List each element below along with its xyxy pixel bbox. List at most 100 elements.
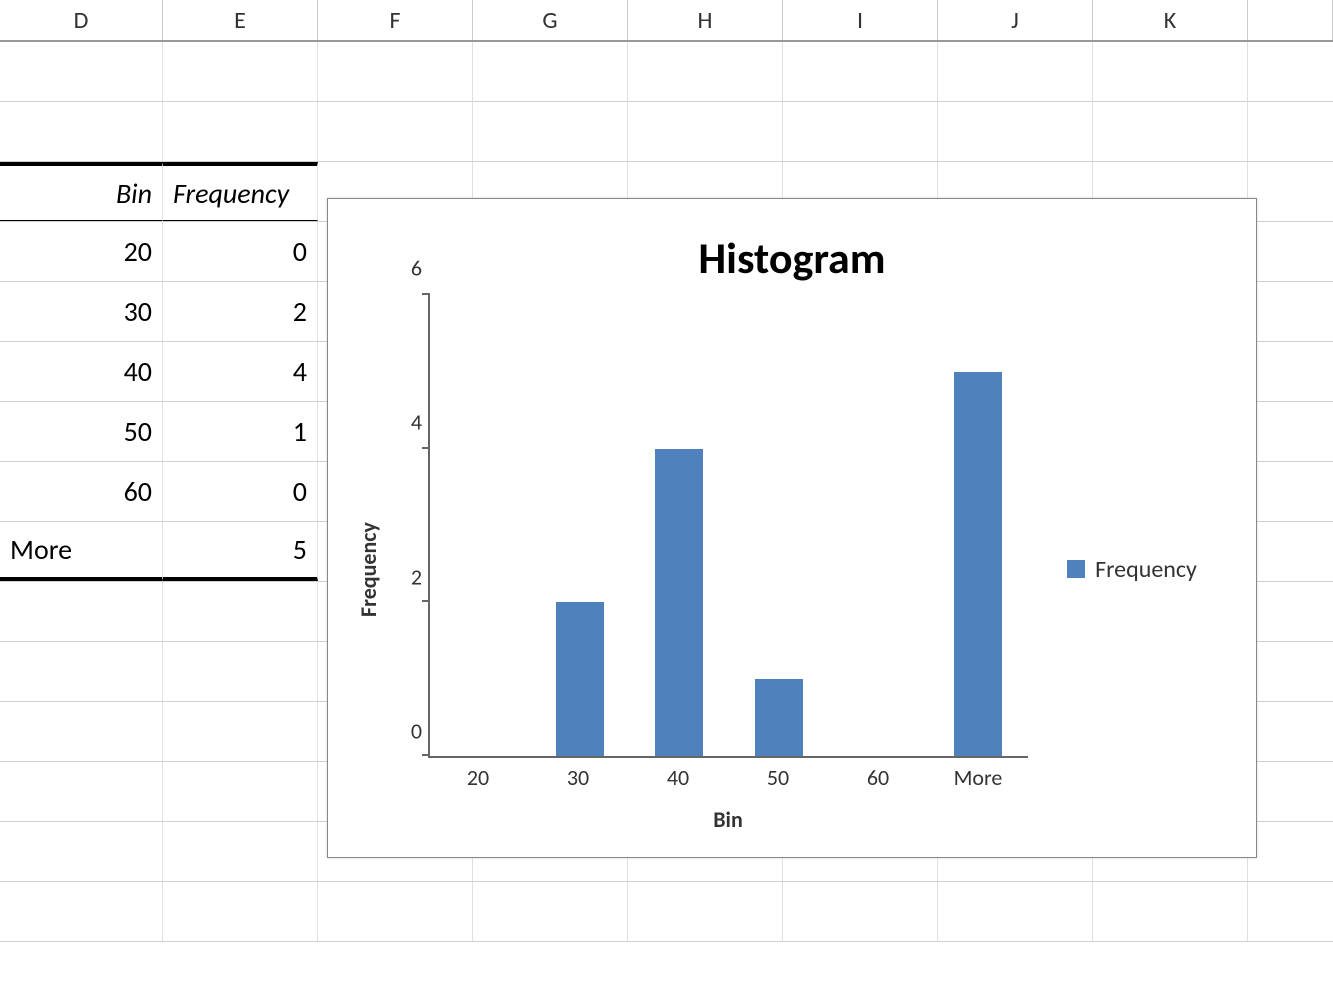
legend-swatch-icon xyxy=(1067,560,1085,578)
cell[interactable] xyxy=(1248,882,1333,941)
cell[interactable] xyxy=(0,702,163,761)
spreadsheet-row[interactable] xyxy=(0,882,1333,942)
chart-xtick: 50 xyxy=(728,758,828,798)
cell[interactable] xyxy=(0,42,163,101)
cell[interactable] xyxy=(163,42,318,101)
cell[interactable] xyxy=(0,642,163,701)
cell[interactable] xyxy=(318,882,473,941)
cell[interactable] xyxy=(1248,462,1333,521)
cell[interactable] xyxy=(1248,102,1333,161)
cell[interactable] xyxy=(1248,642,1333,701)
chart-xaxis-ticks: 2030405060More xyxy=(388,758,1028,798)
column-header[interactable]: F xyxy=(318,0,473,40)
cell[interactable] xyxy=(1093,102,1248,161)
column-header[interactable]: H xyxy=(628,0,783,40)
cell[interactable] xyxy=(1248,702,1333,761)
cell[interactable] xyxy=(318,102,473,161)
cell-bin[interactable]: 30 xyxy=(0,282,163,341)
cell[interactable] xyxy=(163,102,318,161)
cell[interactable] xyxy=(1093,42,1248,101)
cell[interactable] xyxy=(163,822,318,881)
cell[interactable] xyxy=(473,102,628,161)
spreadsheet-row[interactable] xyxy=(0,102,1333,162)
cell[interactable] xyxy=(783,882,938,941)
cell-bin[interactable]: 20 xyxy=(0,222,163,281)
chart-xtick: 40 xyxy=(628,758,728,798)
chart-title: Histogram xyxy=(348,231,1236,285)
cell-frequency[interactable]: 1 xyxy=(163,402,318,461)
chart-xtick: 30 xyxy=(528,758,628,798)
column-header[interactable]: J xyxy=(938,0,1093,40)
chart-bar xyxy=(655,449,703,756)
cell-frequency[interactable]: 0 xyxy=(163,462,318,521)
cell[interactable] xyxy=(163,702,318,761)
cell[interactable] xyxy=(1248,342,1333,401)
cell[interactable] xyxy=(938,102,1093,161)
cell-frequency[interactable]: 2 xyxy=(163,282,318,341)
cell[interactable] xyxy=(1248,522,1333,581)
cell[interactable] xyxy=(163,762,318,821)
column-header[interactable]: D xyxy=(0,0,163,40)
chart-plot-area xyxy=(428,295,1028,758)
cell[interactable] xyxy=(0,102,163,161)
cell[interactable] xyxy=(163,882,318,941)
cell-bin[interactable]: 40 xyxy=(0,342,163,401)
cell[interactable] xyxy=(938,882,1093,941)
cell[interactable] xyxy=(1248,402,1333,461)
cell[interactable] xyxy=(628,102,783,161)
cell[interactable] xyxy=(163,582,318,641)
cell[interactable] xyxy=(1248,282,1333,341)
chart-xtick: More xyxy=(928,758,1028,798)
column-header-row: D E F G H I J K xyxy=(0,0,1333,42)
cell[interactable] xyxy=(0,822,163,881)
cell-bin[interactable]: More xyxy=(0,522,163,581)
cell[interactable] xyxy=(1248,822,1333,881)
chart-ylabel: Frequency xyxy=(355,522,382,617)
cell[interactable] xyxy=(1093,882,1248,941)
cell[interactable] xyxy=(628,42,783,101)
chart-xtick: 60 xyxy=(828,758,928,798)
chart-ytick: 0 xyxy=(411,718,422,745)
cell-bin[interactable]: 50 xyxy=(0,402,163,461)
cell[interactable] xyxy=(1248,42,1333,101)
cell[interactable] xyxy=(628,882,783,941)
chart-xlabel: Bin xyxy=(388,798,1028,843)
chart-ytick: 6 xyxy=(411,255,422,282)
chart-legend: Frequency xyxy=(1067,555,1197,584)
cell[interactable] xyxy=(473,42,628,101)
cell[interactable] xyxy=(163,642,318,701)
cell-frequency[interactable]: 4 xyxy=(163,342,318,401)
cell[interactable] xyxy=(318,42,473,101)
cell[interactable] xyxy=(0,762,163,821)
histogram-chart[interactable]: Histogram Frequency 0246 2030405060More … xyxy=(327,198,1257,858)
column-header[interactable]: G xyxy=(473,0,628,40)
table-header-frequency[interactable]: Frequency xyxy=(163,162,318,221)
table-header-bin[interactable]: Bin xyxy=(0,162,163,221)
cell[interactable] xyxy=(1248,762,1333,821)
legend-label: Frequency xyxy=(1095,555,1197,584)
column-header[interactable]: E xyxy=(163,0,318,40)
column-header[interactable]: K xyxy=(1093,0,1248,40)
cell-frequency[interactable]: 5 xyxy=(163,522,318,581)
chart-ytick: 2 xyxy=(411,563,422,590)
chart-bar xyxy=(954,372,1002,756)
chart-bar xyxy=(556,602,604,756)
chart-yaxis: 0246 xyxy=(388,295,428,758)
spreadsheet-row[interactable] xyxy=(0,42,1333,102)
cell[interactable] xyxy=(783,42,938,101)
cell[interactable] xyxy=(0,882,163,941)
column-header[interactable]: I xyxy=(783,0,938,40)
chart-ytick: 4 xyxy=(411,409,422,436)
cell[interactable] xyxy=(1248,162,1333,221)
cell[interactable] xyxy=(1248,222,1333,281)
chart-bar xyxy=(755,679,803,756)
cell-frequency[interactable]: 0 xyxy=(163,222,318,281)
cell[interactable] xyxy=(783,102,938,161)
cell[interactable] xyxy=(938,42,1093,101)
cell[interactable] xyxy=(0,582,163,641)
column-header-spacer xyxy=(1248,0,1333,40)
cell[interactable] xyxy=(473,882,628,941)
chart-xtick: 20 xyxy=(428,758,528,798)
cell-bin[interactable]: 60 xyxy=(0,462,163,521)
cell[interactable] xyxy=(1248,582,1333,641)
